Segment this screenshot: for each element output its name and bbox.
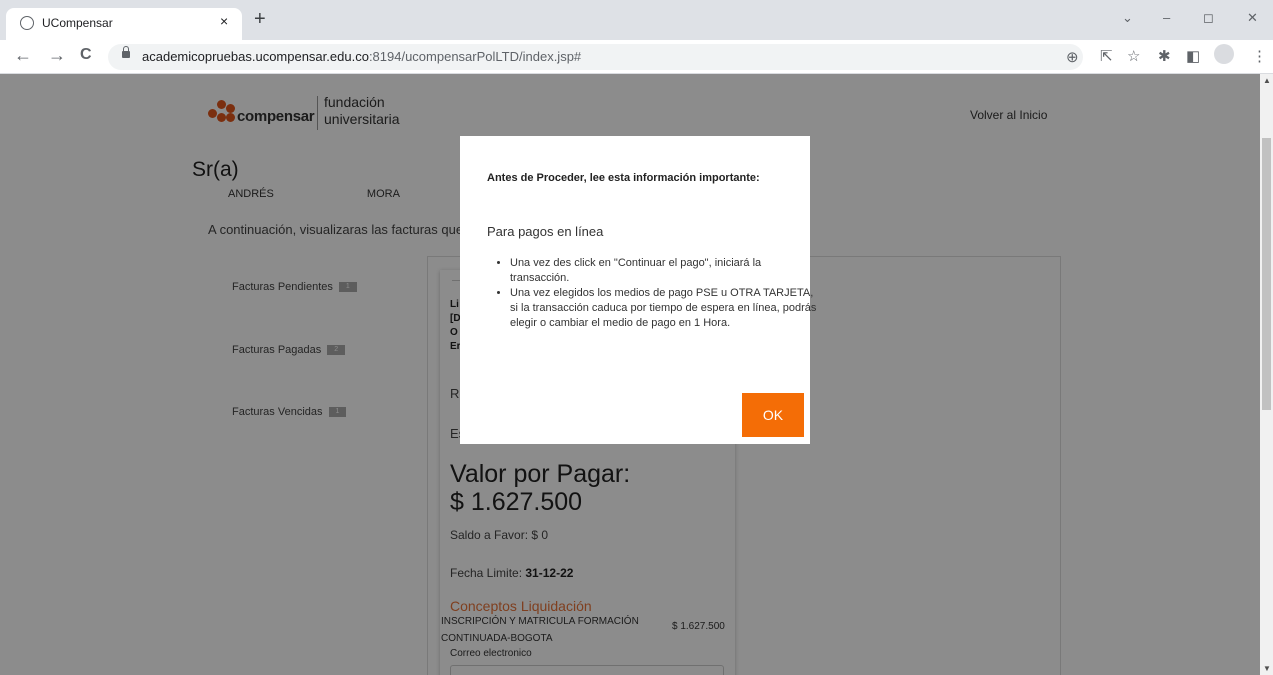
restore-button[interactable]: ◻ [1203,10,1214,26]
browser-menu-icon[interactable]: ⋮ [1252,47,1267,65]
page-scrollbar[interactable]: ▲ ▼ [1260,74,1273,675]
tab-close-icon[interactable]: × [220,13,228,29]
browser-toolbar: ← → C academicopruebas.ucompensar.edu.co… [0,40,1273,74]
lock-icon[interactable] [122,46,130,58]
close-window-button[interactable]: ✕ [1247,10,1258,26]
page-content: compensar fundación universitaria Volver… [0,74,1260,675]
payment-info-modal: Antes de Proceder, lee esta información … [460,136,816,444]
globe-icon [20,16,34,30]
scroll-up-icon[interactable]: ▲ [1263,76,1271,85]
address-bar[interactable]: academicopruebas.ucompensar.edu.co:8194/… [108,44,1083,70]
modal-subtitle: Para pagos en línea [487,224,604,239]
list-item: Una vez des click en "Continuar el pago"… [510,256,820,286]
extensions-icon[interactable]: ✱ [1158,47,1171,65]
modal-list: Una vez des click en "Continuar el pago"… [488,256,820,331]
share-icon[interactable]: ⇱ [1100,47,1113,65]
new-tab-button[interactable]: + [254,9,266,29]
scroll-down-icon[interactable]: ▼ [1263,664,1271,673]
scroll-thumb[interactable] [1262,138,1271,410]
side-panel-icon[interactable]: ◧ [1186,47,1200,65]
browser-tab[interactable]: UCompensar × [6,8,242,40]
ok-button[interactable]: OK [742,393,804,437]
zoom-icon[interactable]: ⊕ [1066,48,1079,66]
tab-search-icon[interactable]: ⌄ [1122,10,1133,26]
modal-title: Antes de Proceder, lee esta información … [487,172,760,184]
profile-avatar[interactable] [1214,44,1234,64]
reload-button[interactable]: C [80,46,92,64]
tab-title: UCompensar [42,16,113,30]
bookmark-star-icon[interactable]: ☆ [1127,47,1140,65]
forward-button[interactable]: → [48,45,66,66]
browser-tab-bar: UCompensar × + ⌄ – ◻ ✕ [0,0,1273,40]
back-button[interactable]: ← [14,45,32,66]
minimize-button[interactable]: – [1163,10,1170,25]
list-item: Una vez elegidos los medios de pago PSE … [510,286,820,331]
url-text[interactable]: academicopruebas.ucompensar.edu.co:8194/… [142,49,581,64]
